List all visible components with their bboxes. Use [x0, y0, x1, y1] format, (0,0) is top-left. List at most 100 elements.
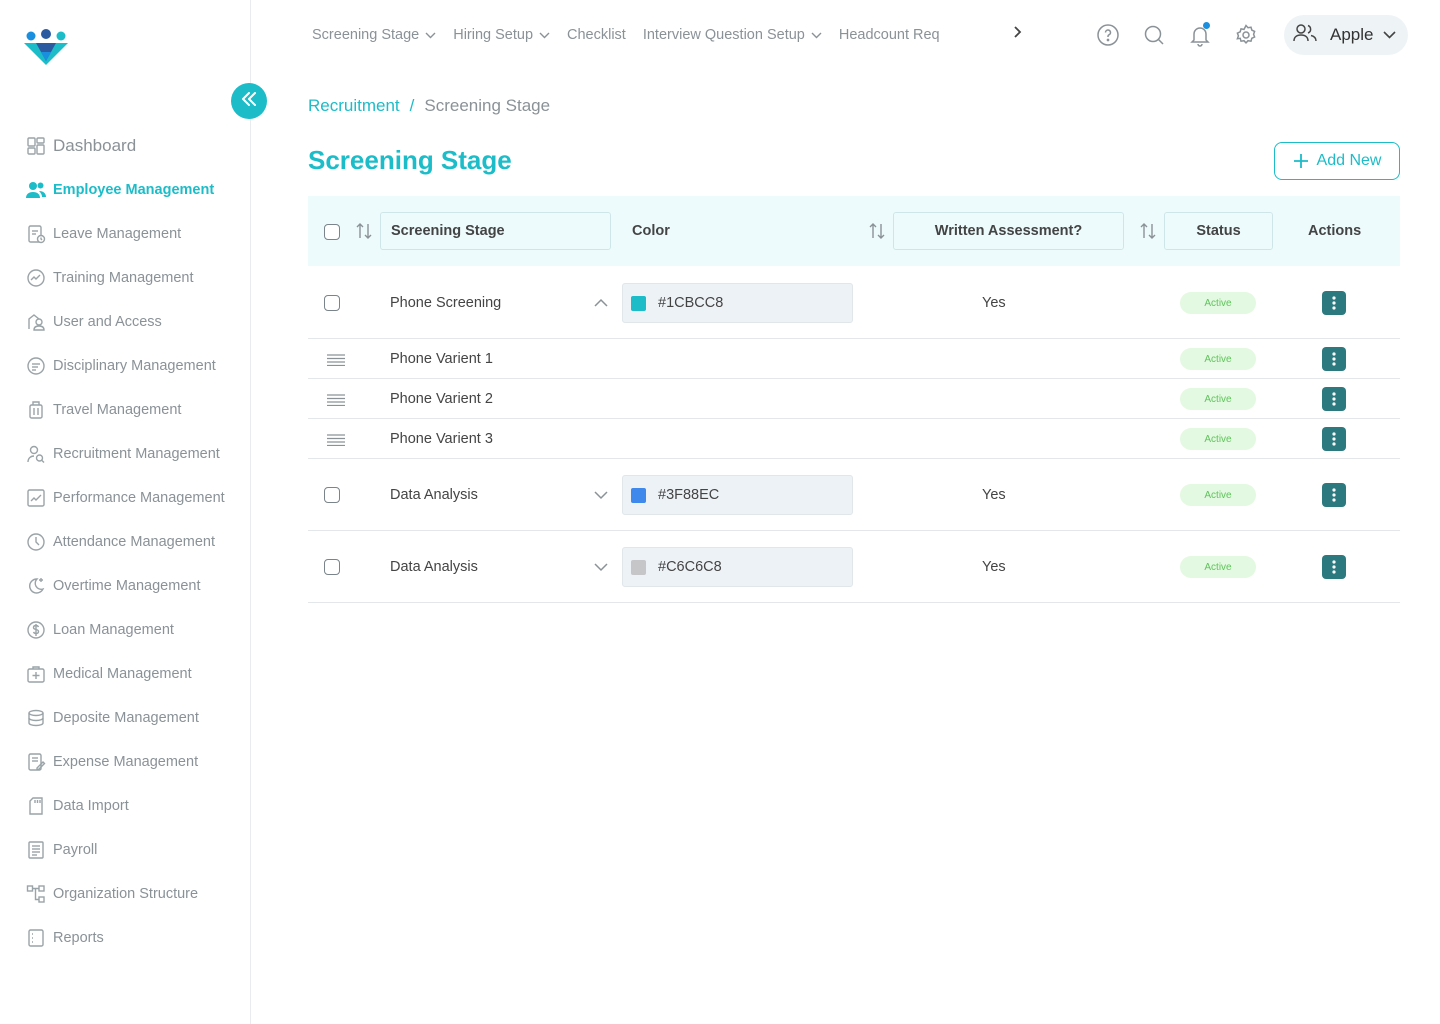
search-button[interactable] [1140, 21, 1168, 49]
color-value: #3F88EC [658, 487, 720, 503]
status-badge: Active [1180, 348, 1256, 370]
sidebar-nav: Dashboard Employee Management Leave Mana… [0, 124, 250, 960]
sidebar-item-reports[interactable]: Reports [0, 916, 250, 960]
search-icon [1144, 25, 1164, 45]
row-actions-button[interactable] [1322, 291, 1346, 315]
row-actions-button[interactable] [1322, 427, 1346, 451]
training-icon [25, 267, 47, 289]
users-icon [1292, 23, 1318, 48]
breadcrumb-recruitment[interactable]: Recruitment [308, 96, 400, 116]
sidebar-item-employee-management[interactable]: Employee Management [0, 168, 250, 212]
chevron-up-icon [594, 298, 608, 307]
sidebar-item-overtime-management[interactable]: Overtime Management [0, 564, 250, 608]
drag-handle-icon[interactable] [327, 353, 345, 367]
color-field[interactable]: #3F88EC [622, 475, 853, 515]
header-status[interactable]: Status [1164, 212, 1273, 250]
chevron-down-icon [594, 491, 608, 500]
sidebar-item-data-import[interactable]: Data Import [0, 784, 250, 828]
status-badge: Active [1180, 428, 1256, 450]
users-icon [25, 179, 47, 201]
color-value: #C6C6C8 [658, 559, 722, 575]
sidebar-item-user-and-access[interactable]: User and Access [0, 300, 250, 344]
drag-handle-icon[interactable] [327, 433, 345, 447]
sidebar-item-medical-management[interactable]: Medical Management [0, 652, 250, 696]
stage-name: Data Analysis [390, 487, 478, 503]
performance-icon [25, 487, 47, 509]
sidebar-item-leave-management[interactable]: Leave Management [0, 212, 250, 256]
topnav-headcount-req[interactable]: Headcount Req [839, 27, 940, 43]
database-icon [25, 707, 47, 729]
topnav-hiring-setup[interactable]: Hiring Setup [453, 27, 550, 43]
sidebar-item-payroll[interactable]: Payroll [0, 828, 250, 872]
topnav-checklist[interactable]: Checklist [567, 27, 626, 43]
row-checkbox[interactable] [324, 559, 340, 575]
row-checkbox[interactable] [324, 295, 340, 311]
company-logo[interactable] [22, 28, 70, 66]
more-vertical-icon [1332, 560, 1336, 574]
sidebar-item-loan-management[interactable]: Loan Management [0, 608, 250, 652]
sidebar-item-deposite-management[interactable]: Deposite Management [0, 696, 250, 740]
expand-row-button[interactable] [593, 487, 609, 503]
table-row: Phone Screening #1CBCC8 Yes Active [308, 266, 1400, 339]
header-actions: Actions [1308, 223, 1362, 239]
header-screening-stage[interactable]: Screening Stage [380, 212, 611, 250]
sidebar-item-attendance-management[interactable]: Attendance Management [0, 520, 250, 564]
more-vertical-icon [1332, 488, 1336, 502]
header-color: Color [632, 223, 670, 239]
user-menu[interactable]: Apple [1284, 15, 1408, 55]
sidebar-item-expense-management[interactable]: Expense Management [0, 740, 250, 784]
sidebar-item-label: Employee Management [53, 182, 215, 198]
topnav-scroll-right-button[interactable] [1012, 25, 1022, 44]
add-new-button[interactable]: Add New [1274, 142, 1400, 180]
help-button[interactable] [1094, 21, 1122, 49]
sidebar-item-label: Disciplinary Management [53, 358, 216, 374]
table-subrow: Phone Varient 2 Active [308, 379, 1400, 419]
row-checkbox[interactable] [324, 487, 340, 503]
user-name: Apple [1330, 25, 1374, 44]
collapse-row-button[interactable] [593, 295, 609, 311]
reports-icon [25, 927, 47, 949]
row-actions-button[interactable] [1322, 387, 1346, 411]
row-actions-button[interactable] [1322, 347, 1346, 371]
sidebar-item-label: Payroll [53, 842, 98, 858]
drag-handle-icon[interactable] [327, 393, 345, 407]
status-badge: Active [1180, 292, 1256, 314]
row-actions-button[interactable] [1322, 555, 1346, 579]
row-actions-button[interactable] [1322, 483, 1346, 507]
add-new-label: Add New [1316, 152, 1382, 169]
dashboard-icon [25, 135, 47, 157]
collapse-sidebar-button[interactable] [231, 83, 267, 119]
topnav-label: Screening Stage [312, 27, 420, 43]
table-row: Data Analysis #3F88EC Yes Active [308, 459, 1400, 531]
sort-icon[interactable] [868, 221, 886, 241]
topnav-screening-stage[interactable]: Screening Stage [312, 27, 436, 43]
sidebar-item-travel-management[interactable]: Travel Management [0, 388, 250, 432]
sidebar-item-label: Loan Management [53, 622, 174, 638]
sidebar-item-recruitment-management[interactable]: Recruitment Management [0, 432, 250, 476]
topnav-interview-question-setup[interactable]: Interview Question Setup [643, 27, 822, 43]
color-field[interactable]: #C6C6C8 [622, 547, 853, 587]
breadcrumb: Recruitment / Screening Stage [308, 96, 550, 116]
written-assessment-value: Yes [982, 487, 1006, 503]
select-all-checkbox[interactable] [324, 224, 340, 240]
user-access-icon [25, 311, 47, 333]
written-assessment-value: Yes [982, 295, 1006, 311]
header-written-assessment[interactable]: Written Assessment? [893, 212, 1124, 250]
sidebar-item-performance-management[interactable]: Performance Management [0, 476, 250, 520]
sort-icon[interactable] [355, 221, 373, 241]
sort-icon[interactable] [1139, 221, 1157, 241]
table-row: Data Analysis #C6C6C8 Yes Active [308, 531, 1400, 603]
sidebar-item-training-management[interactable]: Training Management [0, 256, 250, 300]
double-chevron-left-icon [240, 91, 258, 112]
disciplinary-icon [25, 355, 47, 377]
clock-icon [25, 531, 47, 553]
moon-icon [25, 575, 47, 597]
color-field[interactable]: #1CBCC8 [622, 283, 853, 323]
sidebar-item-disciplinary-management[interactable]: Disciplinary Management [0, 344, 250, 388]
sidebar-item-organization-structure[interactable]: Organization Structure [0, 872, 250, 916]
expand-row-button[interactable] [593, 559, 609, 575]
settings-button[interactable] [1232, 21, 1260, 49]
sidebar-item-label: Expense Management [53, 754, 199, 770]
sidebar-item-dashboard[interactable]: Dashboard [0, 124, 250, 168]
notifications-button[interactable] [1186, 21, 1214, 49]
